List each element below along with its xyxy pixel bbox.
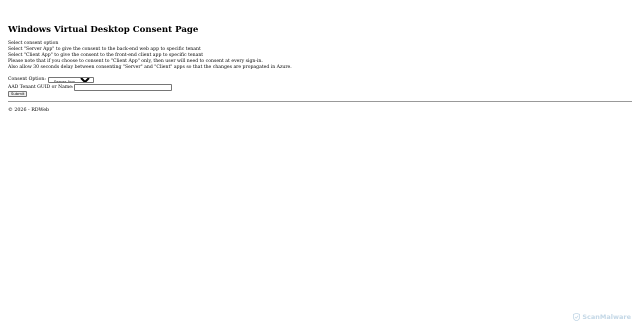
instructions: Select consent option Select "Server App… [8, 41, 292, 71]
tenant-label: AAD Tenant GUID or Name: [8, 84, 74, 90]
consent-option-row: Consent Option: Server App [8, 76, 94, 83]
page-title: Windows Virtual Desktop Consent Page [8, 25, 199, 35]
consent-option-label: Consent Option: [8, 77, 46, 82]
consent-option-select[interactable]: Server App [47, 76, 94, 83]
consent-page: Windows Virtual Desktop Consent Page Sel… [0, 0, 640, 331]
footer-copyright: © 2026 - RDWeb [8, 108, 50, 113]
instruction-line: Also allow 30 seconds delay between cons… [8, 65, 292, 70]
tenant-row: AAD Tenant GUID or Name: [8, 83, 173, 91]
divider [8, 101, 632, 102]
submit-button[interactable]: Submit [8, 90, 28, 97]
submit-row: Submit [8, 90, 28, 97]
scanmalware-watermark: ScanMalware [573, 313, 631, 321]
shield-check-icon [573, 313, 581, 321]
tenant-input[interactable] [74, 83, 173, 91]
watermark-text: ScanMalware [582, 313, 631, 321]
